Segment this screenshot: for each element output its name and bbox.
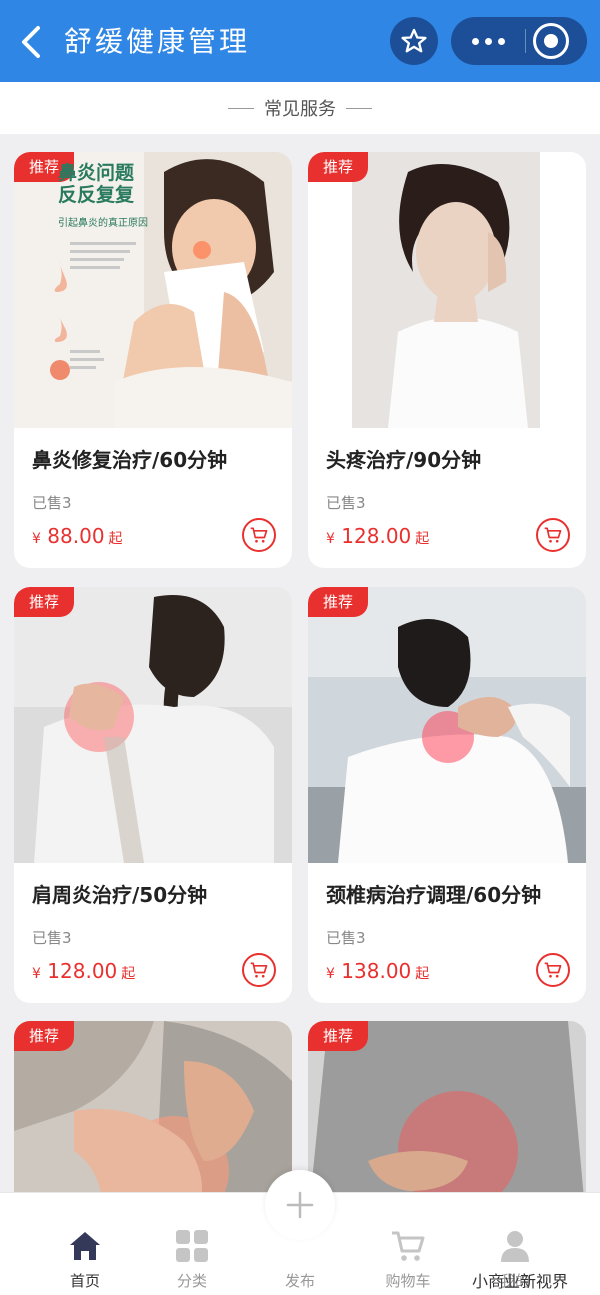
currency-symbol: ¥	[32, 966, 41, 982]
recommend-badge: 推荐	[14, 1021, 74, 1051]
price: ¥ 88.00 起	[32, 524, 123, 548]
target-icon[interactable]	[533, 23, 569, 59]
service-card[interactable]: 推荐 鼻炎问题 反反复复 引起鼻炎的真正原因 鼻炎修复治疗/60分钟 已售3 ¥…	[14, 152, 292, 568]
currency-symbol: ¥	[32, 531, 41, 547]
section-header: 常见服务	[0, 82, 600, 134]
service-name: 颈椎病治疗调理/60分钟	[326, 883, 542, 907]
price-value: 128.00	[47, 959, 118, 983]
service-card[interactable]: 推荐 头疼治疗/90分钟 已售3 ¥ 128.00 起	[308, 152, 586, 568]
sold-count: 已售3	[32, 494, 72, 512]
nose-diagram-icons	[50, 242, 136, 380]
add-to-cart-icon[interactable]	[242, 953, 276, 987]
neck-pain-image	[308, 587, 586, 863]
shoulder-pain-image	[14, 587, 292, 863]
service-name: 头疼治疗/90分钟	[326, 448, 482, 472]
watermark: 小商业新视界	[472, 1272, 569, 1291]
add-to-cart-icon[interactable]	[536, 953, 570, 987]
nav-label: 购物车	[385, 1272, 431, 1290]
add-to-cart-icon[interactable]	[242, 518, 276, 552]
nav-item-cart[interactable]: 购物车	[368, 1226, 448, 1291]
sold-count: 已售3	[326, 494, 366, 512]
service-card[interactable]: 推荐 肩周炎治疗/50分钟 已售3 ¥ 128.00 起	[14, 587, 292, 1003]
service-name: 鼻炎修复治疗/60分钟	[32, 448, 228, 472]
section-title: 常见服务	[264, 99, 336, 120]
price: ¥ 128.00 起	[326, 524, 429, 548]
poster-headline: 鼻炎问题 反反复复 引起鼻炎的真正原因	[58, 162, 148, 229]
home-icon	[45, 1226, 125, 1266]
recommend-badge: 推荐	[308, 1021, 368, 1051]
capsule-divider	[525, 29, 526, 53]
price: ¥ 128.00 起	[32, 959, 135, 983]
currency-symbol: ¥	[326, 966, 335, 982]
price-suffix: 起	[108, 531, 123, 547]
price-value: 88.00	[47, 524, 105, 548]
price-suffix: 起	[415, 531, 430, 547]
currency-symbol: ¥	[326, 531, 335, 547]
poster-line: 反反复复	[58, 184, 135, 206]
poster-line: 鼻炎问题	[58, 162, 135, 184]
sold-count: 已售3	[326, 929, 366, 947]
nav-label: 发布	[284, 1272, 315, 1290]
headache-woman-image	[308, 152, 586, 428]
publish-spacer	[260, 1226, 340, 1266]
recommend-badge: 推荐	[308, 152, 368, 182]
add-to-cart-icon[interactable]	[536, 518, 570, 552]
recommend-badge: 推荐	[308, 587, 368, 617]
price-suffix: 起	[121, 966, 136, 982]
page-title: 舒缓健康管理	[64, 25, 251, 58]
nav-item-home[interactable]: 首页	[45, 1226, 125, 1291]
back-arrow-icon[interactable]	[14, 22, 48, 62]
service-card[interactable]: 推荐 颈椎病治疗调理/60分钟 已售3 ¥ 138.00 起	[308, 587, 586, 1003]
price-suffix: 起	[415, 966, 430, 982]
user-icon	[475, 1226, 555, 1266]
star-icon[interactable]	[390, 17, 438, 65]
knee-pain-image	[14, 1021, 292, 1221]
top-bar: 舒缓健康管理	[0, 0, 600, 82]
price-value: 138.00	[341, 959, 412, 983]
service-name: 肩周炎治疗/50分钟	[32, 883, 208, 907]
mini-program-capsule	[451, 17, 587, 65]
back-pain-image	[308, 1021, 586, 1221]
nav-label: 分类	[176, 1272, 207, 1290]
service-card[interactable]: 推荐	[14, 1021, 292, 1221]
divider	[346, 107, 372, 109]
service-card[interactable]: 推荐	[308, 1021, 586, 1221]
nav-item-publish[interactable]: 发布	[260, 1226, 340, 1291]
grid-icon	[152, 1226, 232, 1266]
divider	[228, 107, 254, 109]
sold-count: 已售3	[32, 929, 72, 947]
price: ¥ 138.00 起	[326, 959, 429, 983]
poster-subline: 引起鼻炎的真正原因	[58, 218, 148, 229]
nav-label: 首页	[69, 1272, 100, 1290]
recommend-badge: 推荐	[14, 587, 74, 617]
price-value: 128.00	[341, 524, 412, 548]
nav-item-category[interactable]: 分类	[152, 1226, 232, 1291]
more-dots-icon[interactable]	[451, 17, 525, 65]
cart-icon	[368, 1226, 448, 1266]
